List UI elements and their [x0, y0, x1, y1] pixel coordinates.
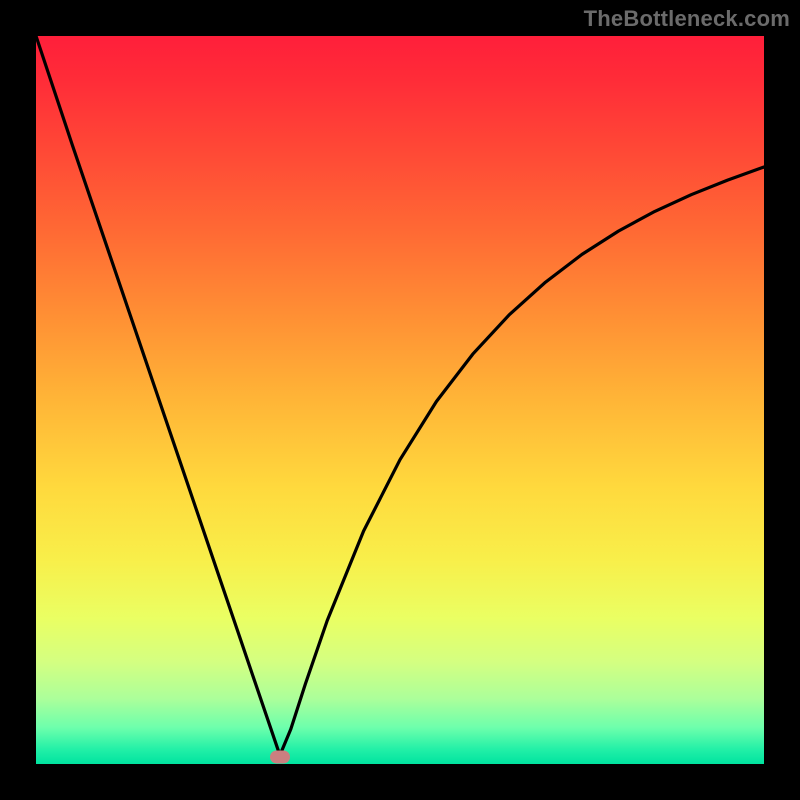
- plot-area: [36, 36, 764, 764]
- watermark-text: TheBottleneck.com: [584, 6, 790, 32]
- optimal-point-marker: [270, 750, 290, 763]
- chart-frame: TheBottleneck.com: [0, 0, 800, 800]
- bottleneck-curve: [36, 36, 764, 764]
